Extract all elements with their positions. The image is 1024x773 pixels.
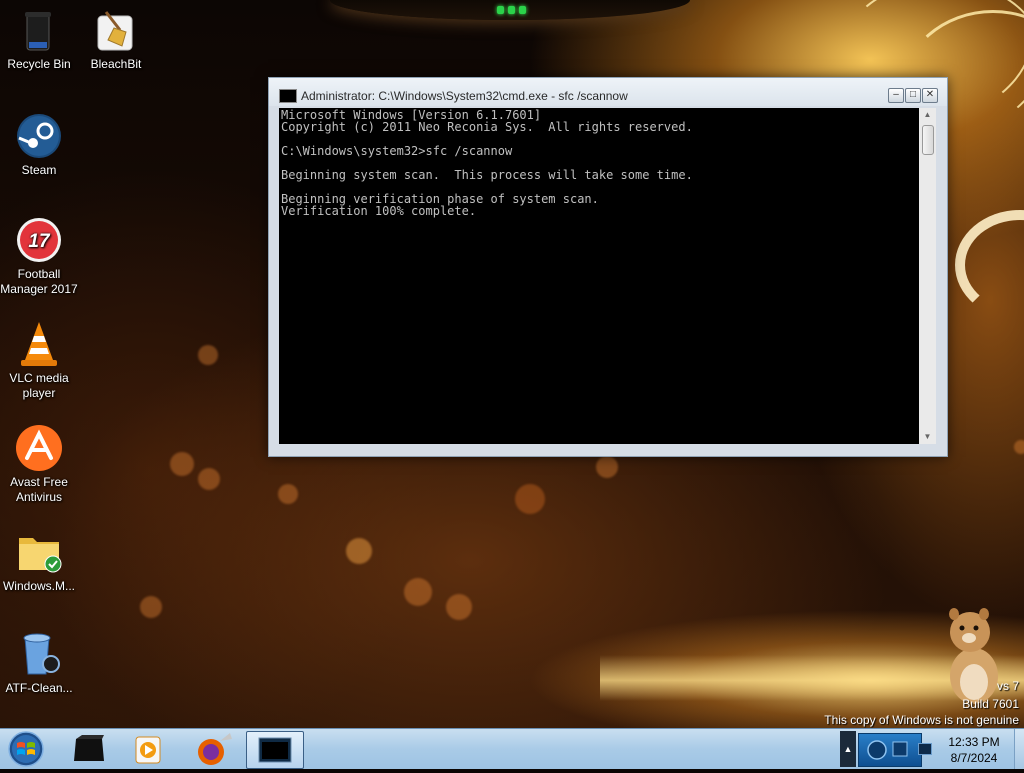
minimize-button[interactable]: – (888, 88, 904, 103)
start-button[interactable] (4, 730, 48, 768)
bokeh-light (515, 484, 545, 514)
cmd-window-icon (258, 737, 292, 763)
vlc-icon (15, 320, 63, 368)
firefox-icon (198, 733, 232, 765)
show-desktop-button[interactable] (1014, 729, 1024, 769)
taskbar-media-player[interactable] (120, 731, 176, 767)
green-light-icon (497, 6, 504, 14)
desktop-icon-football-manager[interactable]: 17 Football Manager 2017 (0, 216, 81, 297)
wallpaper-swirl (955, 210, 1024, 320)
windows-start-orb-icon (8, 731, 44, 767)
taskbar-cmd[interactable] (246, 731, 304, 769)
folder-icon (15, 528, 63, 576)
bokeh-light (1014, 440, 1024, 454)
cmd-window-icon (279, 89, 297, 103)
watermark-version: vs 7 (996, 679, 1019, 693)
atf-cleaner-icon (15, 630, 63, 678)
vertical-scrollbar[interactable]: ▲ ▼ (919, 108, 936, 444)
show-hidden-icons-button[interactable]: ▲ (840, 731, 856, 767)
watermark-build: Build 7601 (962, 697, 1019, 711)
media-player-icon (135, 736, 161, 764)
bokeh-light (140, 596, 162, 618)
system-clock[interactable]: 12:33 PM 8/7/2024 (940, 734, 1008, 766)
bokeh-light (170, 452, 194, 476)
bokeh-light (596, 456, 618, 478)
desktop-icon-vlc[interactable]: VLC media player (0, 320, 81, 401)
close-button[interactable]: ✕ (922, 88, 938, 103)
watermark-not-genuine: This copy of Windows is not genuine (824, 713, 1019, 727)
clock-date: 8/7/2024 (950, 751, 998, 765)
bokeh-light (346, 538, 372, 564)
desktop-icon-avast[interactable]: Avast Free Antivirus (0, 424, 81, 505)
terminal-box-icon (74, 735, 104, 761)
tray-icon-group[interactable] (858, 733, 922, 767)
window-title: Administrator: C:\Windows\System32\cmd.e… (301, 89, 628, 103)
taskbar: ▲ 12:33 PM 8/7/2024 (0, 728, 1024, 769)
console-text: Microsoft Windows [Version 6.1.7601] Cop… (281, 108, 693, 218)
cmd-window[interactable]: Administrator: C:\Windows\System32\cmd.e… (268, 77, 948, 457)
desktop-icon-atf-cleaner[interactable]: ATF-Clean... (0, 630, 81, 696)
desktop-icon-windows-folder[interactable]: Windows.M... (0, 528, 81, 594)
bokeh-light (278, 484, 298, 504)
action-center-icon[interactable] (918, 743, 932, 755)
recycle-bin-icon (15, 6, 63, 54)
taskbar-terminal-box[interactable] (62, 731, 118, 767)
scroll-down-icon[interactable]: ▼ (919, 430, 936, 444)
bleachbit-icon (92, 6, 140, 54)
svg-text:17: 17 (28, 231, 51, 252)
desktop-icon-steam[interactable]: Steam (0, 112, 81, 178)
bokeh-light (198, 468, 220, 490)
taskbar-firefox[interactable] (184, 731, 240, 767)
bokeh-light (198, 345, 218, 365)
desktop-icon-bleachbit[interactable]: BleachBit (74, 6, 158, 72)
scroll-thumb[interactable] (922, 125, 934, 155)
clock-time: 12:33 PM (948, 735, 1000, 749)
console-output[interactable]: Microsoft Windows [Version 6.1.7601] Cop… (279, 108, 919, 444)
network-icon (867, 740, 908, 760)
maximize-button[interactable]: □ (905, 88, 921, 103)
green-light-icon (519, 6, 526, 14)
cmd-titlebar[interactable]: Administrator: C:\Windows\System32\cmd.e… (269, 78, 947, 106)
avast-icon (15, 424, 63, 472)
green-light-icon (508, 6, 515, 14)
bokeh-light (404, 578, 432, 606)
desktop-icon-recycle-bin[interactable]: Recycle Bin (0, 6, 81, 72)
football-manager-icon: 17 (15, 216, 63, 264)
bokeh-light (446, 594, 472, 620)
steam-icon (15, 112, 63, 160)
scroll-up-icon[interactable]: ▲ (919, 108, 936, 122)
